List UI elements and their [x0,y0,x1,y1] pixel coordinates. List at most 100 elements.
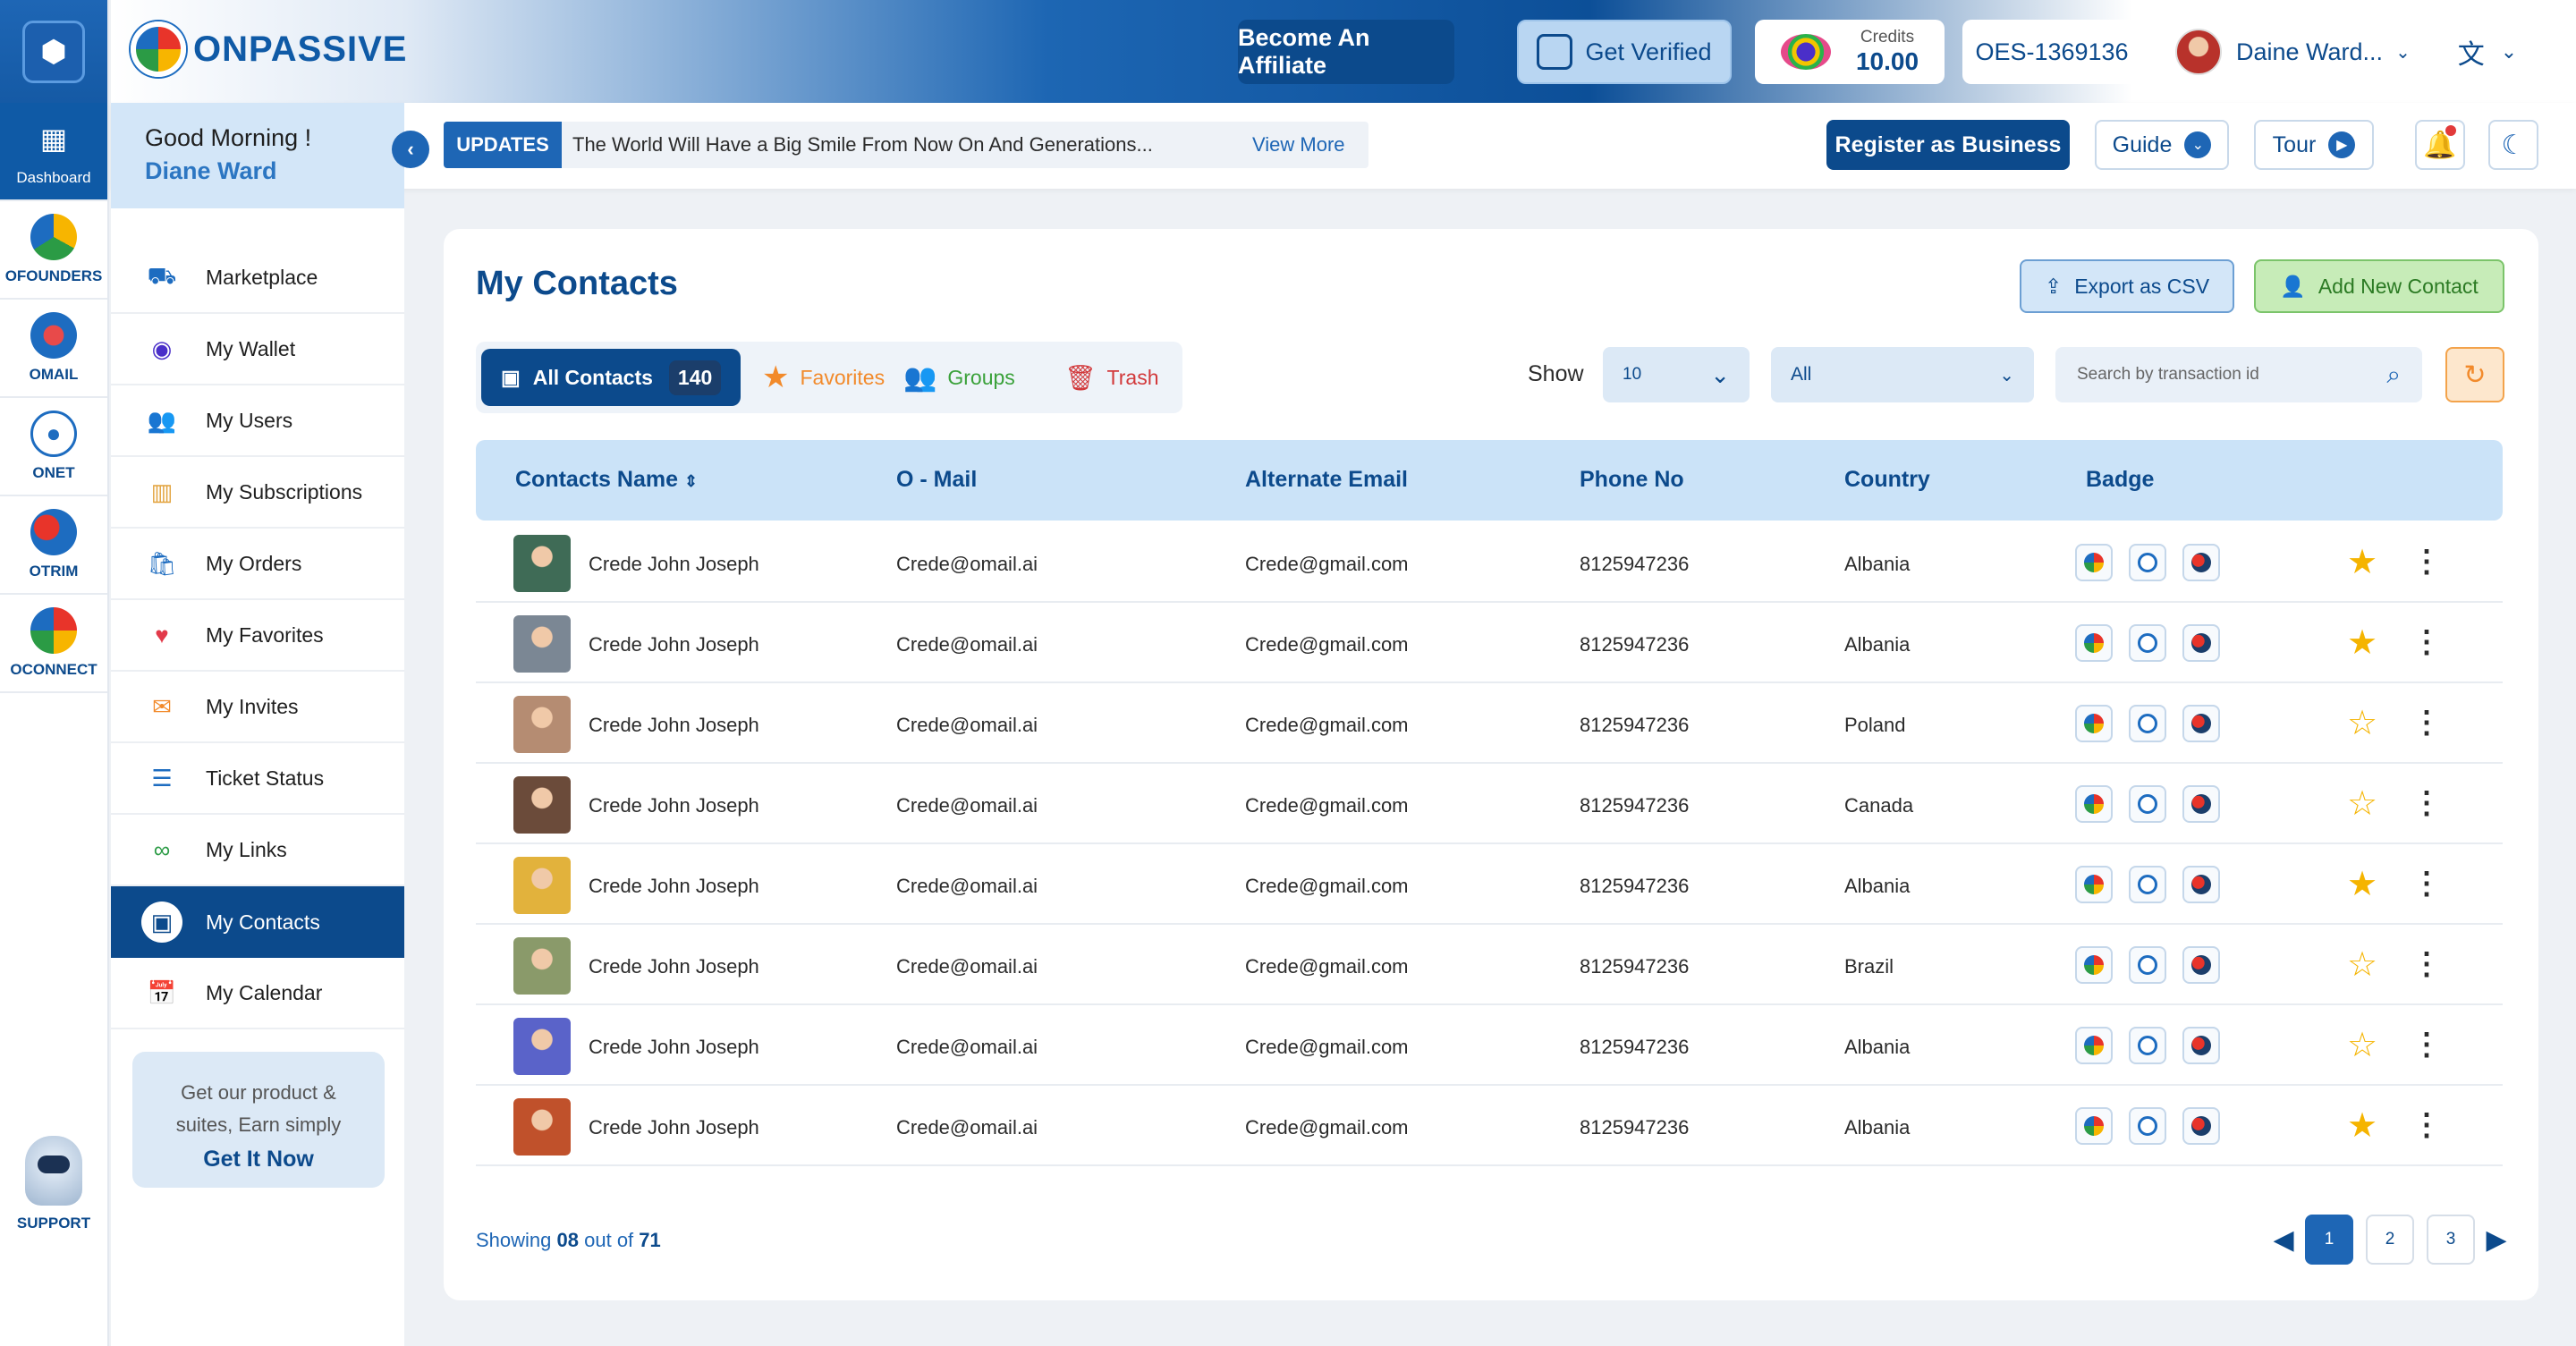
user-menu[interactable]: Daine Ward... ⌄ [2163,20,2417,84]
page-button[interactable]: 1 [2305,1215,2353,1265]
contact-omail: Crede@omail.ai [896,794,1038,817]
table-row[interactable]: Crede John Joseph Crede@omail.ai Crede@gma… [476,764,2503,844]
table-row[interactable]: Crede John Joseph Crede@omail.ai Crede@gma… [476,683,2503,764]
theme-toggle-button[interactable]: ☾ [2488,120,2538,170]
user-badge-icon[interactable] [2129,1107,2166,1145]
onet-badge-icon[interactable] [2075,946,2113,984]
otrim-badge-icon[interactable] [2182,705,2220,742]
search-icon[interactable]: ⌕ [2386,360,2401,390]
brand-logo[interactable]: ONPASSIVE [131,21,407,77]
otrim-badge-icon[interactable] [2182,624,2220,662]
otrim-badge-icon[interactable] [2182,544,2220,581]
user-badge-icon[interactable] [2129,544,2166,581]
star-outline-icon[interactable]: ☆ [2347,703,2377,743]
filter-select[interactable]: All ⌄ [1771,347,2034,402]
add-contact-button[interactable]: 👤 Add New Contact [2254,259,2504,313]
page-button[interactable]: 2 [2366,1215,2414,1265]
table-row[interactable]: Crede John Joseph Crede@omail.ai Crede@gma… [476,844,2503,925]
sidebar-item-marketplace[interactable]: ⛟ Marketplace [111,242,404,314]
tab-groups[interactable]: 👥 Groups [903,349,1015,406]
refresh-button[interactable]: ↻ [2445,347,2504,402]
column-header-name[interactable]: Contacts Name ⇕ [515,467,698,493]
table-row[interactable]: Crede John Joseph Crede@omail.ai Crede@gma… [476,603,2503,683]
export-csv-button[interactable]: ⇪ Export as CSV [2020,259,2234,313]
sidebar-item-subscriptions[interactable]: ▥ My Subscriptions [111,457,404,529]
more-options-icon[interactable]: ⋮ [2411,866,2442,902]
sidebar-item-calendar[interactable]: 📅 My Calendar [111,958,404,1029]
otrim-badge-icon[interactable] [2182,1107,2220,1145]
tab-favorites[interactable]: ★ Favorites [762,349,885,406]
table-row[interactable]: Crede John Joseph Crede@omail.ai Crede@gma… [476,1005,2503,1086]
otrim-badge-icon[interactable] [2182,1027,2220,1064]
language-button[interactable]: 文 ⌄ [2438,20,2537,84]
credits-widget[interactable]: Credits 10.00 [1755,20,1945,84]
rail-item-dashboard[interactable]: ▦ Dashboard [0,103,107,201]
user-badge-icon[interactable] [2129,624,2166,662]
star-filled-icon[interactable]: ★ [2347,864,2377,904]
more-options-icon[interactable]: ⋮ [2411,624,2442,660]
tour-button[interactable]: Tour ▶ [2254,120,2374,170]
rail-item-ofounders[interactable]: OFOUNDERS [0,201,107,300]
become-affiliate-button[interactable]: Become An Affiliate [1238,20,1454,84]
search-input[interactable]: Search by transaction id ⌕ [2055,347,2422,402]
app-logo-icon[interactable]: ⬢ [22,20,85,83]
onet-badge-icon[interactable] [2075,866,2113,903]
notifications-button[interactable]: 🔔 [2415,120,2465,170]
register-business-button[interactable]: Register as Business [1826,120,2070,170]
star-filled-icon[interactable]: ★ [2347,542,2377,582]
page-button[interactable]: 3 [2427,1215,2475,1265]
table-row[interactable]: Crede John Joseph Crede@omail.ai Crede@gma… [476,925,2503,1005]
table-row[interactable]: Crede John Joseph Crede@omail.ai Crede@gma… [476,522,2503,603]
tab-all-contacts[interactable]: ▣ All Contacts 140 [481,349,741,406]
user-badge-icon[interactable] [2129,1027,2166,1064]
table-row[interactable]: Crede John Joseph Crede@omail.ai Crede@gma… [476,1086,2503,1166]
user-badge-icon[interactable] [2129,705,2166,742]
sidebar-item-orders[interactable]: 🛍 My Orders [111,529,404,600]
sidebar-item-links[interactable]: ∞ My Links [111,815,404,886]
rail-item-onet[interactable]: ● ONET [0,398,107,496]
support-button[interactable]: SUPPORT [0,1136,107,1232]
star-outline-icon[interactable]: ☆ [2347,783,2377,824]
star-outline-icon[interactable]: ☆ [2347,1025,2377,1065]
more-options-icon[interactable]: ⋮ [2411,1027,2442,1062]
get-it-now-link[interactable]: Get It Now [132,1147,385,1172]
page-size-select[interactable]: 10 ⌄ [1603,347,1750,402]
sidebar-item-invites[interactable]: ✉ My Invites [111,672,404,743]
guide-button[interactable]: Guide ⌄ [2095,120,2229,170]
sidebar-item-contacts[interactable]: ▣ My Contacts [111,886,404,958]
rail-item-otrim[interactable]: OTRIM [0,496,107,595]
sidebar-item-tickets[interactable]: ☰ Ticket Status [111,743,404,815]
onet-badge-icon[interactable] [2075,544,2113,581]
onet-badge-icon[interactable] [2075,1027,2113,1064]
onet-badge-icon[interactable] [2075,1107,2113,1145]
rail-item-oconnect[interactable]: OCONNECT [0,595,107,693]
more-options-icon[interactable]: ⋮ [2411,946,2442,982]
more-options-icon[interactable]: ⋮ [2411,785,2442,821]
user-badge-icon[interactable] [2129,946,2166,984]
get-verified-button[interactable]: Get Verified [1517,20,1732,84]
onet-badge-icon[interactable] [2075,785,2113,823]
onet-badge-icon[interactable] [2075,624,2113,662]
rail-item-omail[interactable]: OMAIL [0,300,107,398]
tab-trash[interactable]: 🗑 Trash [1064,349,1159,406]
more-options-icon[interactable]: ⋮ [2411,705,2442,741]
oes-id-badge[interactable]: OES-1369136 [1962,20,2141,84]
star-filled-icon[interactable]: ★ [2347,1105,2377,1146]
star-outline-icon[interactable]: ☆ [2347,944,2377,985]
next-page-icon[interactable]: ▶ [2481,1224,2512,1256]
view-more-link[interactable]: View More [1252,133,1345,157]
user-badge-icon[interactable] [2129,785,2166,823]
otrim-badge-icon[interactable] [2182,946,2220,984]
star-filled-icon[interactable]: ★ [2347,622,2377,663]
more-options-icon[interactable]: ⋮ [2411,544,2442,580]
sidebar-item-favorites[interactable]: ♥ My Favorites [111,600,404,672]
otrim-badge-icon[interactable] [2182,866,2220,903]
otrim-badge-icon[interactable] [2182,785,2220,823]
more-options-icon[interactable]: ⋮ [2411,1107,2442,1143]
prev-page-icon[interactable]: ◀ [2268,1224,2299,1256]
collapse-sidebar-button[interactable]: ‹ [392,131,429,168]
user-badge-icon[interactable] [2129,866,2166,903]
sidebar-item-wallet[interactable]: ◉ My Wallet [111,314,404,385]
sidebar-item-users[interactable]: 👥 My Users [111,385,404,457]
onet-badge-icon[interactable] [2075,705,2113,742]
